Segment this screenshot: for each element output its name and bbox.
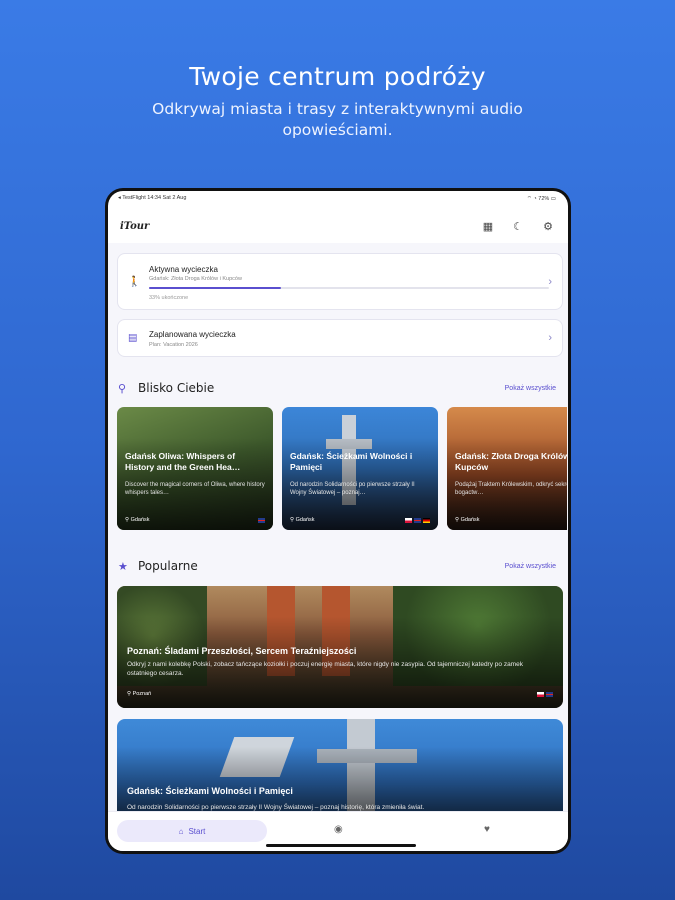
planned-trip-subtitle: Plan: Vacation 2026 (149, 342, 198, 348)
location-pin-icon: ⚲ (125, 517, 130, 523)
status-left: ◂ TestFlight 14:34 Sat 2 Aug (118, 195, 187, 201)
active-trip-card[interactable]: 🚶 Aktywna wycieczka Gdańsk: Złota Droga … (117, 253, 563, 310)
language-flags (537, 692, 553, 697)
home-icon: ⌂ (178, 826, 184, 836)
nearby-card-desc: Discover the magical corners of Oliwa, w… (125, 482, 265, 496)
chevron-right-icon: › (548, 332, 552, 344)
dark-mode-icon[interactable]: ☾ (510, 220, 526, 233)
nearby-show-all-link[interactable]: Pokaż wszystkie (505, 385, 556, 392)
popular-show-all-link[interactable]: Pokaż wszystkie (505, 563, 556, 570)
flag-gb-icon (258, 518, 265, 523)
language-flags (258, 518, 265, 523)
nearby-card-desc: Podążaj Traktem Królewskim, odkryć sekre… (455, 482, 567, 496)
popular-card-desc: Od narodzin Solidarności po pierwsze str… (127, 804, 425, 811)
app-bar: iTour ▦ ☾ ⚙ (108, 211, 568, 241)
bottom-navigation: ⌂ Start ◉ ♥ (108, 811, 568, 851)
nearby-section-header: ⚲ Blisko Ciebie Pokaż wszystkie (118, 380, 556, 396)
popular-card-title: Gdańsk: Ścieżkami Wolności i Pamięci (127, 786, 293, 796)
active-trip-route: Gdańsk: Złota Droga Królów i Kupców (149, 276, 242, 282)
star-icon: ★ (118, 560, 128, 573)
language-flags (405, 518, 430, 523)
nearby-tour-card[interactable]: Gdańsk Oliwa: Whispers of History and th… (117, 407, 273, 530)
location-pin-icon: ⚲ (455, 517, 460, 523)
popular-tour-card[interactable]: Poznań: Śladami Przeszłości, Sercem Tera… (117, 586, 563, 708)
nearby-section-title: Blisko Ciebie (138, 381, 215, 395)
popular-section-header: ★ Popularne Pokaż wszystkie (118, 558, 556, 574)
location-name: Poznań (132, 691, 152, 697)
walking-person-icon: 🚶 (128, 276, 141, 287)
card-shade (117, 719, 563, 811)
home-content: 🚶 Aktywna wycieczka Gdańsk: Złota Droga … (108, 243, 568, 811)
planned-trip-title: Zaplanowana wycieczka (149, 330, 236, 339)
hero-title: Twoje centrum podróży (189, 62, 486, 91)
popular-section-title: Popularne (138, 559, 198, 573)
location-pin-icon: ⚲ (127, 691, 132, 697)
nearby-card-title: Gdańsk: Ścieżkami Wolności i Pamięci (290, 451, 413, 472)
location-name: Gdańsk (295, 517, 315, 523)
status-bar: ◂ TestFlight 14:34 Sat 2 Aug ⌔ ◔ 72% ▭ (118, 193, 556, 203)
trip-progress-fill (149, 287, 281, 289)
app-logo: iTour (120, 220, 150, 232)
home-indicator (266, 844, 416, 847)
nearby-tour-card[interactable]: Gdańsk: Ścieżkami Wolności i Pamięci Od … (282, 407, 438, 530)
tablet-frame: ◂ TestFlight 14:34 Sat 2 Aug ⌔ ◔ 72% ▭ i… (105, 188, 571, 854)
nearby-card-title: Gdańsk Oliwa: Whispers of History and th… (125, 451, 241, 472)
flag-gb-icon (546, 692, 553, 697)
popular-tour-card[interactable]: Gdańsk: Ścieżkami Wolności i Pamięci Od … (117, 719, 563, 811)
flag-de-icon (423, 518, 430, 523)
location-pin-icon: ⚲ (290, 517, 295, 523)
chevron-right-icon: › (548, 275, 552, 288)
trip-progress-label: 33% ukończone (149, 295, 189, 301)
location-name: Gdańsk (130, 517, 150, 523)
popular-card-desc: Odkryj z nami kolebkę Polski, zobacz tań… (127, 661, 523, 677)
status-right: ⌔ ◔ 72% ▭ (526, 195, 556, 202)
nearby-card-location: ⚲ Gdańsk (455, 517, 480, 523)
nearby-card-location: ⚲ Gdańsk (125, 517, 150, 523)
flag-pl-icon (537, 692, 544, 697)
nearby-tour-card[interactable]: Gdańsk: Złota Droga Królów i Kupców Podą… (447, 407, 567, 530)
trip-progress-bar (149, 287, 549, 289)
popular-card-location: ⚲ Poznań (127, 691, 151, 697)
nav-start-label: Start (188, 826, 206, 836)
popular-card-title: Poznań: Śladami Przeszłości, Sercem Tera… (127, 646, 357, 656)
flag-pl-icon (405, 518, 412, 523)
location-name: Gdańsk (460, 517, 480, 523)
nearby-card-location: ⚲ Gdańsk (290, 517, 315, 523)
hero-subtitle: Odkrywaj miasta i trasy z interaktywnymi… (152, 100, 523, 139)
compass-icon[interactable]: ◉ (334, 824, 343, 835)
location-pin-icon: ⚲ (118, 382, 127, 395)
flag-gb-icon (414, 518, 421, 523)
settings-gear-icon[interactable]: ⚙ (540, 220, 556, 233)
nav-start-tab[interactable]: ⌂ Start (117, 820, 267, 842)
active-trip-title: Aktywna wycieczka (149, 265, 218, 274)
nearby-card-desc: Od narodzin Solidarności po pierwsze str… (290, 482, 415, 496)
calendar-icon: ▤ (128, 332, 138, 344)
heart-icon[interactable]: ♥ (484, 824, 490, 835)
qr-code-icon[interactable]: ▦ (480, 220, 496, 233)
nearby-card-title: Gdańsk: Złota Droga Królów i Kupców (455, 451, 567, 472)
app-screen: ◂ TestFlight 14:34 Sat 2 Aug ⌔ ◔ 72% ▭ i… (108, 191, 568, 851)
planned-trip-card[interactable]: ▤ Zaplanowana wycieczka Plan: Vacation 2… (117, 319, 563, 357)
